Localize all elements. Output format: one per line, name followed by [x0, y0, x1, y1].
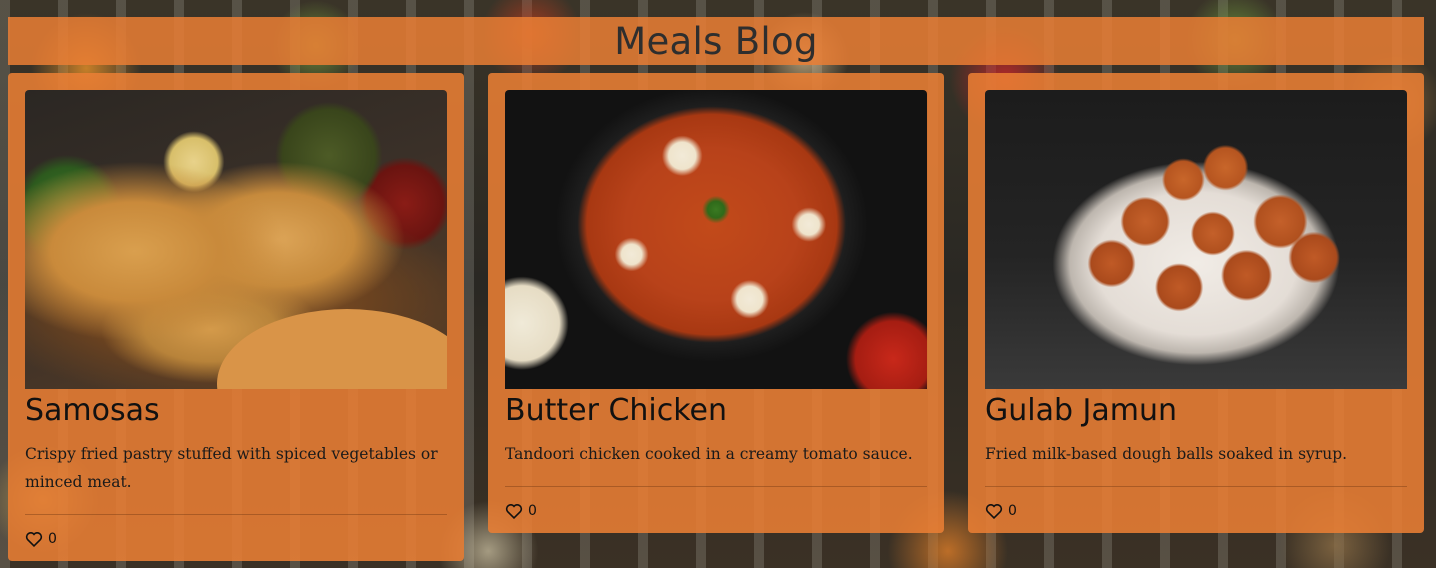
meal-title: Gulab Jamun [985, 393, 1178, 428]
card-divider [25, 514, 447, 515]
meal-title: Samosas [25, 393, 160, 428]
heart-icon[interactable] [985, 503, 1003, 519]
meal-image-butter-chicken [505, 90, 927, 389]
meal-description: Crispy fried pastry stuffed with spiced … [25, 445, 438, 491]
site-header: Meals Blog [8, 17, 1424, 65]
card-divider [505, 486, 927, 487]
meal-description: Tandoori chicken cooked in a creamy toma… [505, 445, 913, 463]
meal-description: Fried milk-based dough balls soaked in s… [985, 445, 1348, 463]
meal-card-butter-chicken: Butter Chicken Tandoori chicken cooked i… [488, 73, 944, 533]
meal-image-gulab-jamun [985, 90, 1407, 389]
meal-card-gulab-jamun: Gulab Jamun Fried milk-based dough balls… [968, 73, 1424, 533]
card-divider [985, 486, 1407, 487]
like-control: 0 [25, 531, 447, 547]
like-control: 0 [985, 503, 1407, 519]
page-title: Meals Blog [614, 19, 818, 63]
heart-icon[interactable] [505, 503, 523, 519]
meal-card-samosas: Samosas Crispy fried pastry stuffed with… [8, 73, 464, 561]
like-count: 0 [1008, 503, 1017, 519]
meal-title: Butter Chicken [505, 393, 728, 428]
heart-icon[interactable] [25, 531, 43, 547]
decorative-swoosh [217, 309, 447, 389]
like-count: 0 [48, 531, 57, 547]
meal-image-samosas [25, 90, 447, 389]
like-count: 0 [528, 503, 537, 519]
like-control: 0 [505, 503, 927, 519]
